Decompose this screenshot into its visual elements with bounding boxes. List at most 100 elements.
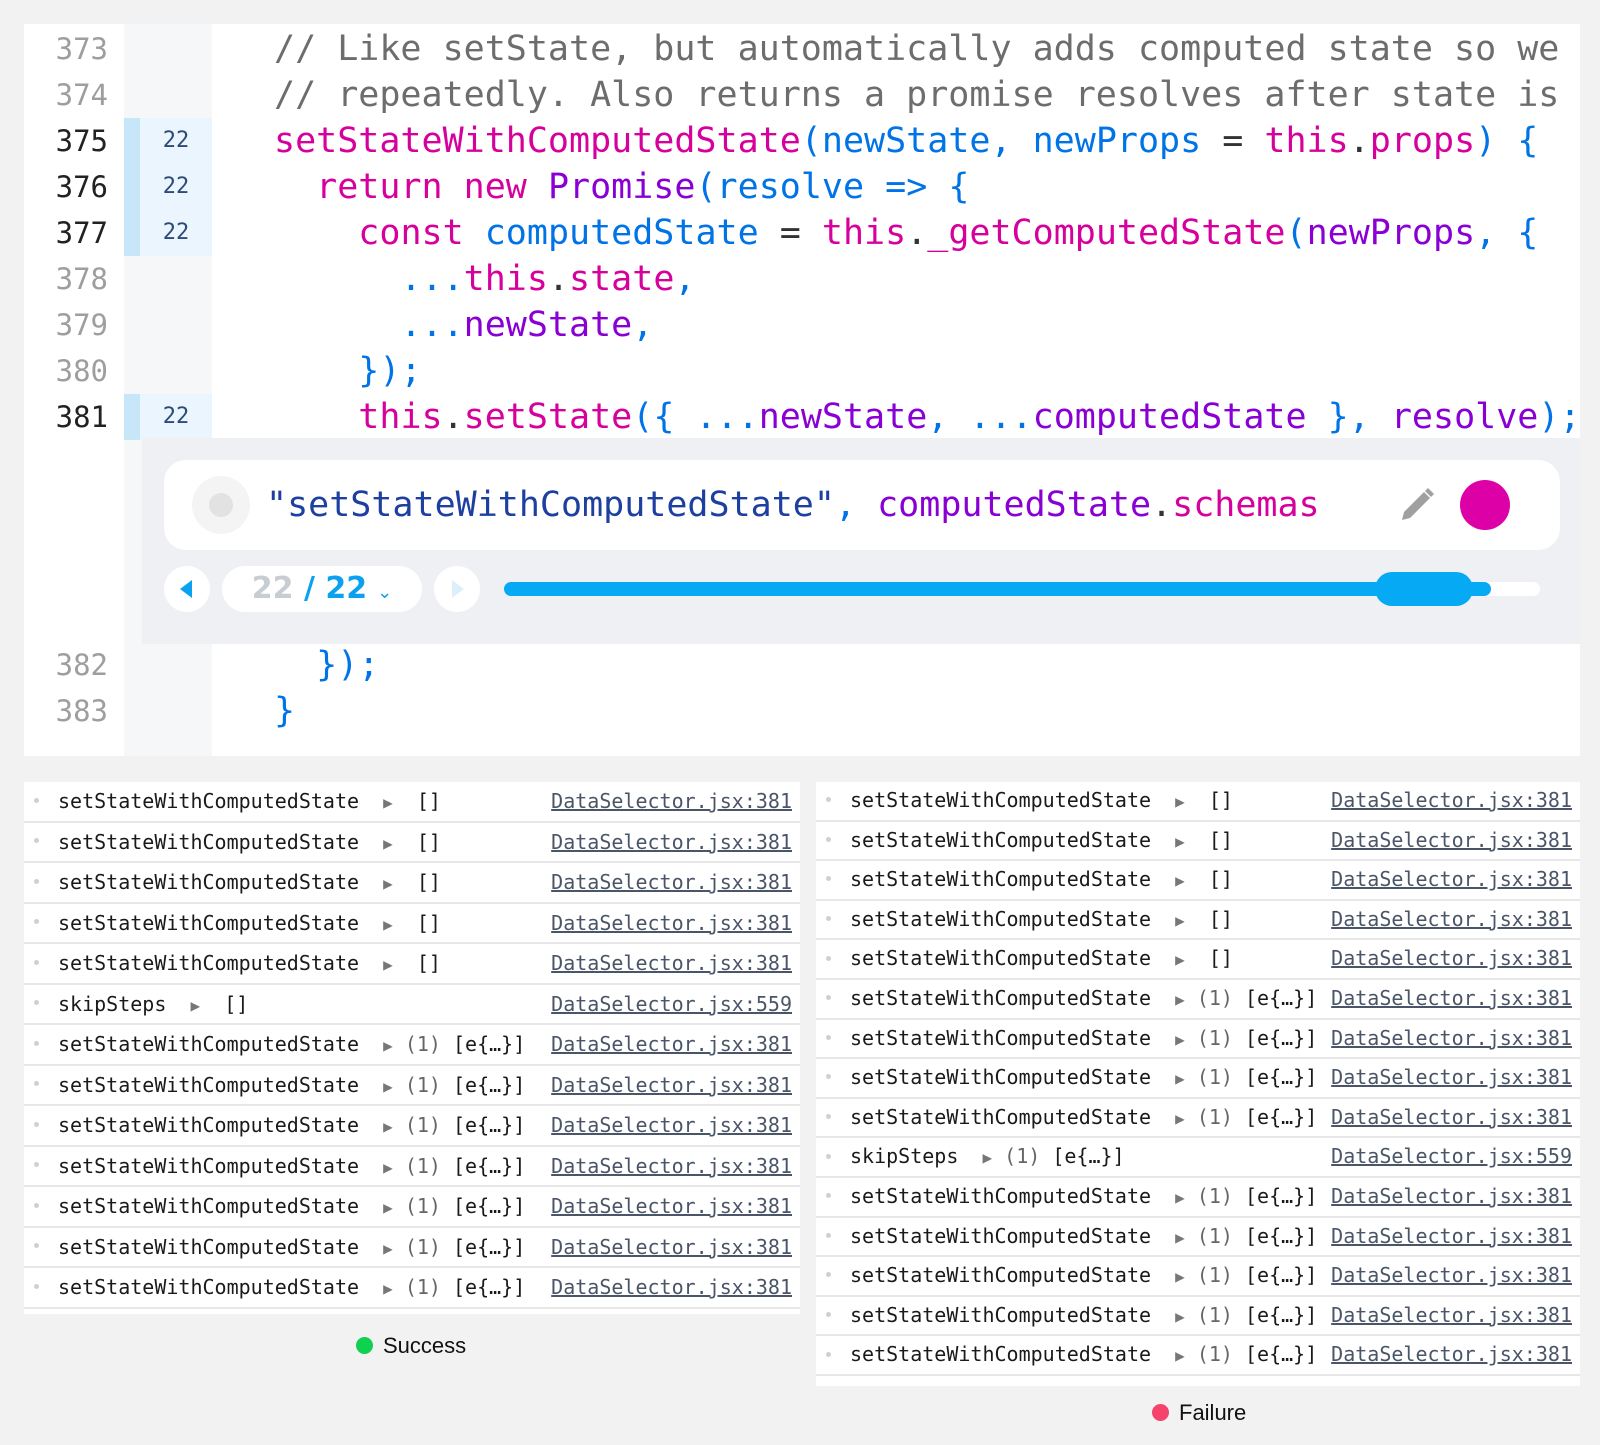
hit-count[interactable]: 22 bbox=[140, 394, 212, 440]
line-number[interactable]: 382 bbox=[24, 642, 108, 688]
log-value[interactable]: [] bbox=[1209, 907, 1233, 931]
timeline-slider[interactable] bbox=[504, 572, 1540, 606]
expand-triangle-icon[interactable]: ▶ bbox=[1175, 1346, 1185, 1365]
expand-triangle-icon[interactable]: ▶ bbox=[1175, 1307, 1185, 1326]
line-number[interactable]: 377 bbox=[24, 210, 108, 256]
console-row[interactable]: setStateWithComputedState ▶ [] DataSelect… bbox=[816, 861, 1580, 901]
source-link[interactable]: DataSelector.jsx:381 bbox=[551, 1147, 792, 1186]
log-value[interactable]: [e{…}] bbox=[1245, 1105, 1317, 1129]
source-link[interactable]: DataSelector.jsx:381 bbox=[1331, 901, 1572, 939]
expand-triangle-icon[interactable]: ▶ bbox=[982, 1148, 992, 1167]
console-row[interactable]: setStateWithComputedState ▶ (1) [e{…}] Da… bbox=[24, 1228, 800, 1268]
source-link[interactable]: DataSelector.jsx:381 bbox=[551, 823, 792, 862]
console-row[interactable]: setStateWithComputedState ▶ (1) [e{…}] Da… bbox=[816, 980, 1580, 1020]
expand-triangle-icon[interactable]: ▶ bbox=[383, 1077, 393, 1096]
line-number[interactable]: 376 bbox=[24, 164, 108, 210]
source-link[interactable]: DataSelector.jsx:381 bbox=[1331, 1059, 1572, 1097]
log-value[interactable]: [e{…}] bbox=[1245, 1224, 1317, 1248]
expand-triangle-icon[interactable]: ▶ bbox=[1175, 1030, 1185, 1049]
source-link[interactable]: DataSelector.jsx:381 bbox=[1331, 1020, 1572, 1058]
expand-triangle-icon[interactable]: ▶ bbox=[383, 793, 393, 812]
logpoint-toggle[interactable] bbox=[192, 476, 250, 534]
line-number[interactable]: 374 bbox=[24, 72, 108, 118]
line-number[interactable]: 380 bbox=[24, 348, 108, 394]
log-value[interactable]: [] bbox=[417, 951, 441, 975]
source-link[interactable]: DataSelector.jsx:381 bbox=[551, 904, 792, 943]
log-value[interactable]: [] bbox=[1209, 788, 1233, 812]
console-row[interactable]: setStateWithComputedState ▶ [] DataSelect… bbox=[24, 944, 800, 985]
expand-triangle-icon[interactable]: ▶ bbox=[190, 996, 200, 1015]
logpoint-expression[interactable]: "setStateWithComputedState", computedSta… bbox=[266, 460, 1320, 550]
expand-triangle-icon[interactable]: ▶ bbox=[383, 1036, 393, 1055]
hit-indicator[interactable] bbox=[124, 118, 140, 164]
source-link[interactable]: DataSelector.jsx:381 bbox=[551, 1228, 792, 1267]
console-row[interactable]: setStateWithComputedState ▶ [] DataSelect… bbox=[24, 904, 800, 944]
log-value[interactable]: [e{…}] bbox=[453, 1235, 525, 1259]
line-number[interactable]: 375 bbox=[24, 118, 108, 164]
console-row[interactable]: setStateWithComputedState ▶ (1) [e{…}] Da… bbox=[816, 1218, 1580, 1258]
next-hit-button[interactable] bbox=[434, 566, 480, 612]
hit-count[interactable]: 22 bbox=[140, 164, 212, 210]
console-row[interactable]: setStateWithComputedState ▶ (1) [e{…}] Da… bbox=[816, 1257, 1580, 1297]
console-row[interactable]: setStateWithComputedState ▶ [] DataSelect… bbox=[24, 782, 800, 823]
source-link[interactable]: DataSelector.jsx:381 bbox=[1331, 1336, 1572, 1374]
console-row[interactable]: setStateWithComputedState ▶ (1) [e{…}] Da… bbox=[816, 1020, 1580, 1060]
log-value[interactable]: [e{…}] bbox=[1245, 1065, 1317, 1089]
expand-triangle-icon[interactable]: ▶ bbox=[1175, 1188, 1185, 1207]
console-row[interactable]: setStateWithComputedState ▶ (1) [e{…}] Da… bbox=[24, 1268, 800, 1309]
line-number[interactable]: 373 bbox=[24, 26, 108, 72]
source-link[interactable]: DataSelector.jsx:381 bbox=[1331, 980, 1572, 1018]
expand-triangle-icon[interactable]: ▶ bbox=[1175, 1267, 1185, 1286]
timeline-hit-markers[interactable] bbox=[1375, 572, 1474, 606]
console-row[interactable]: setStateWithComputedState ▶ (1) [e{…}] Da… bbox=[24, 1187, 800, 1228]
console-row[interactable]: setStateWithComputedState ▶ (1) [e{…}] Da… bbox=[816, 1297, 1580, 1337]
source-link[interactable]: DataSelector.jsx:381 bbox=[1331, 1178, 1572, 1216]
source-link[interactable]: DataSelector.jsx:381 bbox=[551, 1025, 792, 1064]
console-row[interactable]: setStateWithComputedState ▶ [] DataSelect… bbox=[24, 823, 800, 863]
expand-triangle-icon[interactable]: ▶ bbox=[383, 1117, 393, 1136]
console-row[interactable]: setStateWithComputedState ▶ (1) [e{…}] Da… bbox=[816, 1059, 1580, 1099]
source-link[interactable]: DataSelector.jsx:381 bbox=[551, 1268, 792, 1307]
line-number[interactable]: 381 bbox=[24, 394, 108, 440]
hit-count[interactable]: 22 bbox=[140, 210, 212, 256]
source-link[interactable]: DataSelector.jsx:381 bbox=[1331, 822, 1572, 860]
console-row[interactable]: setStateWithComputedState ▶ (1) [e{…}] Da… bbox=[24, 1106, 800, 1147]
console-row[interactable]: setStateWithComputedState ▶ (1) [e{…}] Da… bbox=[816, 1178, 1580, 1218]
source-link[interactable]: DataSelector.jsx:381 bbox=[1331, 1297, 1572, 1335]
console-row[interactable]: setStateWithComputedState ▶ (1) [e{…}] Da… bbox=[816, 1099, 1580, 1139]
source-link[interactable]: DataSelector.jsx:559 bbox=[1331, 1138, 1572, 1176]
expand-triangle-icon[interactable]: ▶ bbox=[383, 1239, 393, 1258]
source-link[interactable]: DataSelector.jsx:381 bbox=[1331, 1218, 1572, 1256]
line-number[interactable]: 383 bbox=[24, 688, 108, 734]
log-value[interactable]: [e{…}] bbox=[453, 1113, 525, 1137]
console-row[interactable]: setStateWithComputedState ▶ (1) [e{…}] Da… bbox=[24, 1066, 800, 1106]
marker-color-button[interactable] bbox=[1460, 480, 1510, 530]
pencil-icon[interactable] bbox=[1394, 484, 1438, 528]
source-link[interactable]: DataSelector.jsx:381 bbox=[551, 782, 792, 821]
log-value[interactable]: [e{…}] bbox=[453, 1154, 525, 1178]
console-row[interactable]: setStateWithComputedState ▶ (1) [e{…}] Da… bbox=[816, 1336, 1580, 1376]
console-row[interactable]: skipSteps ▶ [] DataSelector.jsx:559 bbox=[24, 985, 800, 1025]
expand-triangle-icon[interactable]: ▶ bbox=[1175, 1228, 1185, 1247]
line-number[interactable]: 379 bbox=[24, 302, 108, 348]
log-value[interactable]: [e{…}] bbox=[1245, 1184, 1317, 1208]
hit-count[interactable]: 22 bbox=[140, 118, 212, 164]
console-row[interactable]: setStateWithComputedState ▶ [] DataSelect… bbox=[24, 863, 800, 904]
expand-triangle-icon[interactable]: ▶ bbox=[1175, 911, 1185, 930]
console-row[interactable]: setStateWithComputedState ▶ [] DataSelect… bbox=[816, 782, 1580, 822]
expand-triangle-icon[interactable]: ▶ bbox=[383, 1158, 393, 1177]
hit-counter-dropdown[interactable]: 22 / 22 ⌄ bbox=[222, 566, 422, 612]
hit-indicator[interactable] bbox=[124, 210, 140, 256]
source-link[interactable]: DataSelector.jsx:381 bbox=[1331, 782, 1572, 820]
source-link[interactable]: DataSelector.jsx:381 bbox=[551, 944, 792, 983]
log-value[interactable]: [] bbox=[1209, 828, 1233, 852]
log-value[interactable]: [e{…}] bbox=[1245, 1303, 1317, 1327]
source-link[interactable]: DataSelector.jsx:381 bbox=[551, 1066, 792, 1105]
console-row[interactable]: skipSteps ▶ (1) [e{…}] DataSelector.jsx:5… bbox=[816, 1138, 1580, 1178]
log-value[interactable]: [e{…}] bbox=[1245, 1026, 1317, 1050]
console-row[interactable]: setStateWithComputedState ▶ [] DataSelect… bbox=[816, 822, 1580, 862]
log-value[interactable]: [e{…}] bbox=[453, 1073, 525, 1097]
hit-indicator[interactable] bbox=[124, 394, 140, 440]
log-value[interactable]: [] bbox=[1209, 867, 1233, 891]
console-row[interactable]: setStateWithComputedState ▶ (1) [e{…}] Da… bbox=[24, 1147, 800, 1187]
